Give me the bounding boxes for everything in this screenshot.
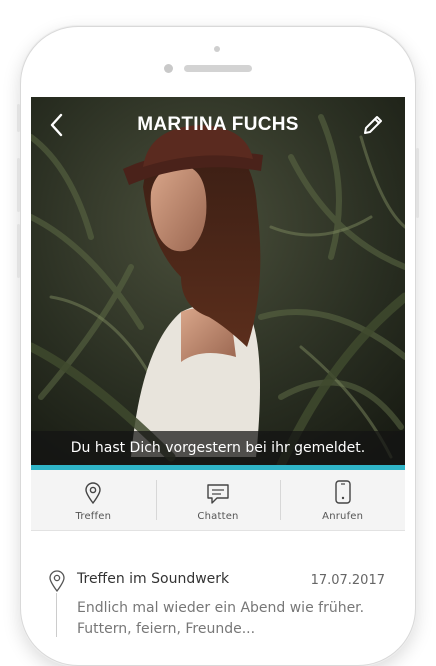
earpiece-speaker xyxy=(184,65,252,72)
pencil-icon xyxy=(364,116,382,134)
volume-up-button xyxy=(17,158,20,212)
event-description-line-1: Endlich mal wieder ein Abend wie früher. xyxy=(77,600,365,616)
edit-button[interactable] xyxy=(359,111,387,139)
meet-button[interactable]: Treffen xyxy=(31,470,156,530)
chat-label: Chatten xyxy=(197,510,239,522)
chat-bubble-icon xyxy=(207,483,229,504)
map-pin-icon xyxy=(85,481,102,504)
event-description: Endlich mal wieder ein Abend wie früher.… xyxy=(77,598,387,637)
smartphone-icon xyxy=(334,479,351,504)
last-contact-status: Du hast Dich vorgestern bei ihr gemeldet… xyxy=(31,431,405,465)
profile-header: MARTINA FUCHS xyxy=(31,97,405,153)
chevron-left-icon xyxy=(50,113,63,137)
mute-switch xyxy=(17,104,20,132)
timeline-connector xyxy=(56,593,57,637)
front-camera xyxy=(214,46,220,52)
event-title: Treffen im Soundwerk xyxy=(77,571,230,587)
volume-down-button xyxy=(17,224,20,278)
event-date: 17.07.2017 xyxy=(310,573,385,588)
call-label: Anrufen xyxy=(322,510,364,522)
event-description-line-2: Futtern, feiern, Freunde... xyxy=(77,621,256,637)
profile-name: MARTINA FUCHS xyxy=(137,114,299,135)
back-button[interactable] xyxy=(43,111,71,139)
proximity-sensor xyxy=(164,64,173,73)
last-contact-text: Du hast Dich vorgestern bei ihr gemeldet… xyxy=(70,440,366,456)
call-button[interactable]: Anrufen xyxy=(280,470,405,530)
chat-button[interactable]: Chatten xyxy=(155,470,281,530)
meet-label: Treffen xyxy=(75,510,112,522)
timeline: Treffen im Soundwerk 17.07.2017 Endlich … xyxy=(31,531,405,637)
app-screen: MARTINA FUCHS Du hast Dich vorgestern be… xyxy=(31,97,405,637)
map-pin-icon xyxy=(49,570,65,593)
power-button xyxy=(416,148,419,218)
action-bar: Treffen Chatten Anrufen xyxy=(31,470,405,531)
